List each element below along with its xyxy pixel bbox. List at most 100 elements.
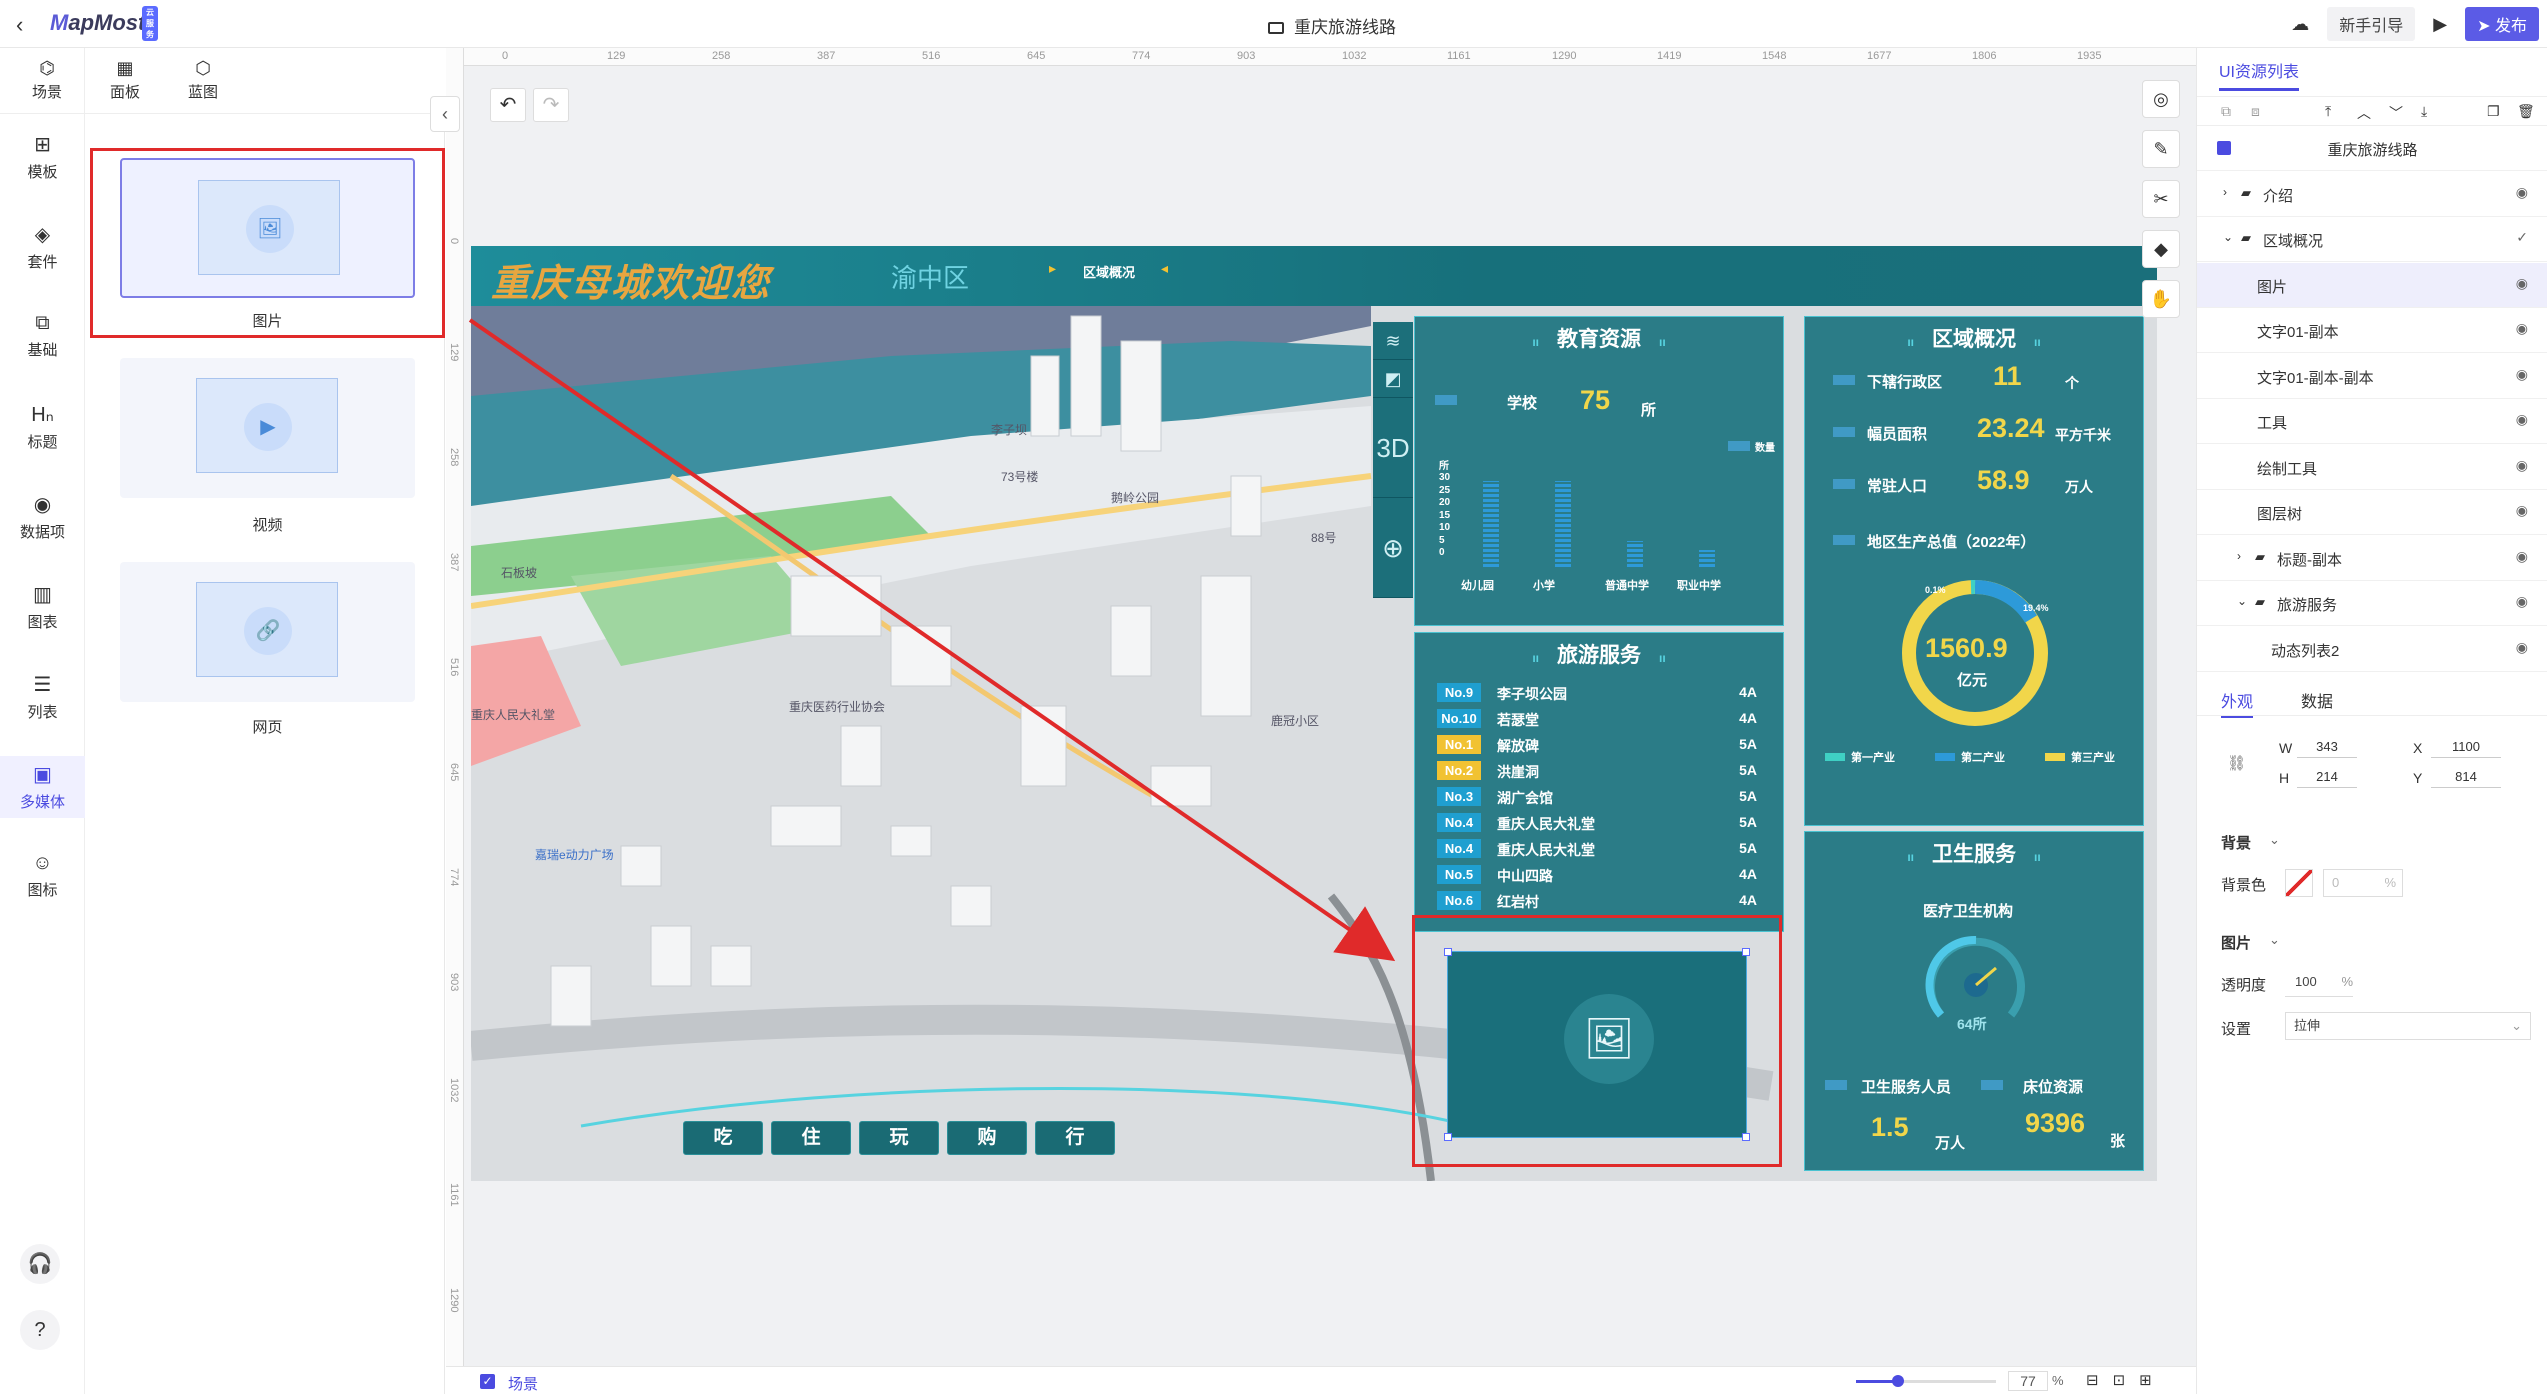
rank-row[interactable]: No.3 湖广会馆 5A [1437,785,1767,809]
tree-row[interactable]: ⌄ ▰ 区域概况 ✓ [2197,217,2547,262]
image-section-title[interactable]: 图片 [2221,932,2251,953]
opacity-input[interactable]: 100% [2285,969,2353,997]
eye-icon[interactable]: ◉ [2516,366,2528,383]
tree-row[interactable]: 图层树 ◉ [2197,490,2547,535]
tree-row[interactable]: › ▰ 标题-副本 ◉ [2197,536,2547,581]
component-card-video[interactable]: ▶ [120,358,415,498]
tree-row[interactable]: 重庆旅游线路 [2197,126,2547,171]
help-button[interactable]: ? [20,1310,60,1350]
support-icon[interactable]: 🎧 [20,1244,60,1284]
ruler-icon[interactable]: ✂ [2142,180,2180,218]
fit-width-icon[interactable]: ⊟ [2086,1372,2113,1389]
eye-icon[interactable]: ◉ [2516,457,2528,474]
guide-button[interactable]: 新手引导 [2327,7,2416,41]
rank-row[interactable]: No.9 李子坝公园 4A [1437,681,1767,705]
eye-icon[interactable]: ◉ [2516,275,2528,292]
cube-icon[interactable]: ◆ [2142,230,2180,268]
link-size-icon[interactable]: ⛓ [2227,754,2246,772]
chevron-down-icon[interactable]: ⌄ [2237,594,2247,608]
height-input[interactable]: 214 [2297,766,2357,788]
collapse-panel-button[interactable]: ‹ [430,96,460,132]
background-section-title[interactable]: 背景 [2221,832,2251,853]
tree-row[interactable]: 工具 ◉ [2197,399,2547,444]
rail-item-heading[interactable]: Hₙ 标题 [0,396,85,458]
nav-button-1[interactable]: 住 [771,1121,851,1155]
rail-item-template[interactable]: ⊞ 模板 [0,126,85,188]
rank-row[interactable]: No.4 重庆人民大礼堂 5A [1437,811,1767,835]
view-3d-button[interactable]: 3D [1373,398,1413,498]
nav-button-4[interactable]: 行 [1035,1121,1115,1155]
target-icon[interactable]: ◎ [2142,80,2180,118]
rail-item-kit[interactable]: ◈ 套件 [0,216,85,278]
tree-row[interactable]: 文字01-副本 ◉ [2197,308,2547,353]
move-up-icon[interactable]: ︿ [2357,103,2371,123]
move-down-icon[interactable]: ﹀ [2389,103,2403,123]
draw-tool-icon[interactable]: ◩ [1373,360,1413,398]
eye-icon[interactable]: ◉ [2516,184,2528,201]
zoom-slider[interactable] [1856,1375,1996,1387]
scene-checkbox[interactable]: ✓ [480,1374,495,1389]
delete-icon[interactable]: 🗑 [2517,103,2535,120]
width-input[interactable]: 343 [2297,736,2357,758]
fullscreen-icon[interactable]: ⊞ [2139,1372,2166,1389]
preview-icon[interactable]: ▶ [2433,14,2447,35]
tab-data[interactable]: 数据 [2301,688,2333,712]
chevron-right-icon[interactable]: › [2237,549,2241,563]
compass-icon[interactable]: ⊕ [1373,498,1413,598]
magic-wand-icon[interactable]: ✎ [2142,130,2180,168]
rail-item-media[interactable]: ▣ 多媒体 [0,756,85,818]
tree-row[interactable]: › ▰ 介绍 ◉ [2197,172,2547,217]
rank-row[interactable]: No.1 解放碑 5A [1437,733,1767,757]
panel-health[interactable]: 卫生服务 医疗卫生机构 64所 卫生服务人员 床位资源 1.5 万人 9396 … [1804,831,2144,1171]
zoom-slider-knob[interactable] [1892,1375,1904,1387]
chevron-right-icon[interactable]: › [2223,185,2227,199]
check-icon[interactable]: ✓ [2516,229,2528,246]
nav-button-2[interactable]: 玩 [859,1121,939,1155]
tab-appearance[interactable]: 外观 [2221,688,2254,718]
layers-icon[interactable]: ≋ [1373,322,1413,360]
rail-item-emoji[interactable]: ☺ 图标 [0,846,85,906]
move-bottom-icon[interactable]: ⤓ [2421,103,2427,120]
move-top-icon[interactable]: ⤒ [2325,103,2331,120]
eye-icon[interactable]: ◉ [2516,639,2528,656]
eye-icon[interactable]: ◉ [2516,411,2528,428]
tab-panel[interactable]: ▦ 面板 [90,58,160,119]
nav-button-0[interactable]: 吃 [683,1121,763,1155]
ui-resource-list-title[interactable]: UI资源列表 [2219,58,2300,91]
setting-select[interactable]: 拉伸 ⌄ [2285,1012,2531,1040]
tab-scene[interactable]: ⌬ 场景 [12,58,82,102]
rank-row[interactable]: No.5 中山四路 4A [1437,863,1767,887]
component-card-webpage[interactable]: 🔗 [120,562,415,702]
nav-button-3[interactable]: 购 [947,1121,1027,1155]
cloud-sync-icon[interactable]: ☁ [2291,14,2309,35]
bg-color-swatch[interactable] [2285,869,2313,897]
rail-item-chart[interactable]: ▥ 图表 [0,576,85,638]
publish-button[interactable]: ➤ 发布 [2465,7,2539,41]
rank-row[interactable]: No.6 红岩村 4A [1437,889,1767,913]
undo-button[interactable]: ↶ [490,88,526,122]
chevron-down-icon[interactable]: ⌄ [2269,932,2280,948]
chevron-down-icon[interactable]: ⌄ [2223,230,2233,244]
tree-row[interactable]: ⌄ ▰ 旅游服务 ◉ [2197,581,2547,626]
fit-screen-icon[interactable]: ⊡ [2113,1372,2140,1389]
bg-opacity-input[interactable]: 0% [2323,869,2403,897]
tree-row[interactable]: 图片 ◉ [2197,262,2547,308]
zoom-input[interactable]: 77 [2008,1371,2048,1391]
tab-blueprint[interactable]: ⬡ 蓝图 [168,58,238,102]
tree-row[interactable]: 动态列表2 ◉ [2197,627,2547,672]
rank-row[interactable]: No.2 洪崖洞 5A [1437,759,1767,783]
duplicate-icon[interactable]: ❐ [2487,103,2500,120]
x-input[interactable]: 1100 [2431,736,2501,758]
rail-item-shapes[interactable]: ⧉ 基础 [0,306,85,366]
panel-education[interactable]: 教育资源 学校 75 所 数量 所 302520151050 幼儿园 小学 普通中学… [1414,316,1784,626]
chevron-down-icon[interactable]: ⌄ [2269,832,2280,848]
tree-row[interactable]: 文字01-副本-副本 ◉ [2197,354,2547,399]
back-icon[interactable]: ‹ [16,12,23,38]
hand-icon[interactable]: ✋ [2142,280,2180,318]
rail-item-data[interactable]: ◉ 数据项 [0,486,85,548]
y-input[interactable]: 814 [2431,766,2501,788]
tree-row[interactable]: 绘制工具 ◉ [2197,445,2547,490]
rank-row[interactable]: No.10 若瑟堂 4A [1437,707,1767,731]
eye-icon[interactable]: ◉ [2516,502,2528,519]
dashboard-canvas[interactable]: 李子坝 73号楼 鹅岭公园 88号 重庆医药行业协会 鹿冠小区 嘉瑞e动力广场 石板坡 重庆人民… [471,246,2157,1181]
